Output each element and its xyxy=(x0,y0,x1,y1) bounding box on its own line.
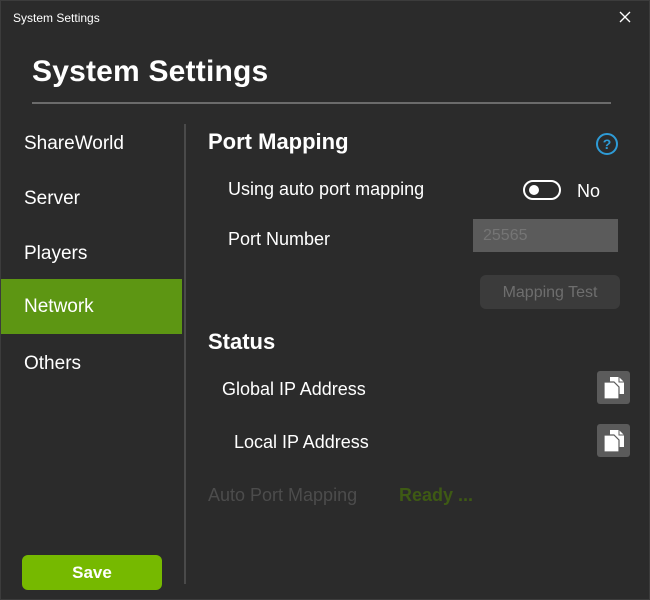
port-number-input[interactable] xyxy=(473,219,618,252)
sidebar-item-players[interactable]: Players xyxy=(1,226,182,281)
help-icon[interactable]: ? xyxy=(595,132,619,156)
sidebar-item-shareworld[interactable]: ShareWorld xyxy=(1,116,182,171)
auto-port-mapping-state: No xyxy=(577,181,601,201)
sidebar-item-server[interactable]: Server xyxy=(1,171,182,226)
toggle-knob xyxy=(529,185,539,195)
header-divider xyxy=(32,102,611,104)
sidebar-item-network[interactable]: Network xyxy=(1,279,182,334)
sidebar-item-others[interactable]: Others xyxy=(1,336,182,391)
window-title: System Settings xyxy=(13,11,100,25)
local-ip-label: Local IP Address xyxy=(234,432,369,452)
auto-port-mapping-toggle[interactable] xyxy=(523,180,561,200)
sidebar-divider xyxy=(184,124,186,584)
close-icon[interactable] xyxy=(615,7,635,27)
save-button[interactable]: Save xyxy=(22,555,162,590)
port-number-label: Port Number xyxy=(228,229,331,249)
auto-port-mapping-status-label: Auto Port Mapping xyxy=(208,485,358,505)
copy-global-ip-button[interactable] xyxy=(597,371,630,404)
status-title: Status xyxy=(208,329,276,354)
copy-local-ip-button[interactable] xyxy=(597,424,630,457)
port-mapping-title: Port Mapping xyxy=(208,129,349,154)
settings-window: System Settings System Settings ShareWor… xyxy=(0,0,650,600)
title-bar: System Settings xyxy=(1,1,649,35)
auto-port-mapping-status-value: Ready ... xyxy=(399,485,474,505)
page-title: System Settings xyxy=(32,55,269,88)
global-ip-label: Global IP Address xyxy=(222,379,366,399)
mapping-test-button[interactable]: Mapping Test xyxy=(480,275,620,309)
auto-port-mapping-label: Using auto port mapping xyxy=(228,179,425,199)
svg-text:?: ? xyxy=(603,136,612,152)
